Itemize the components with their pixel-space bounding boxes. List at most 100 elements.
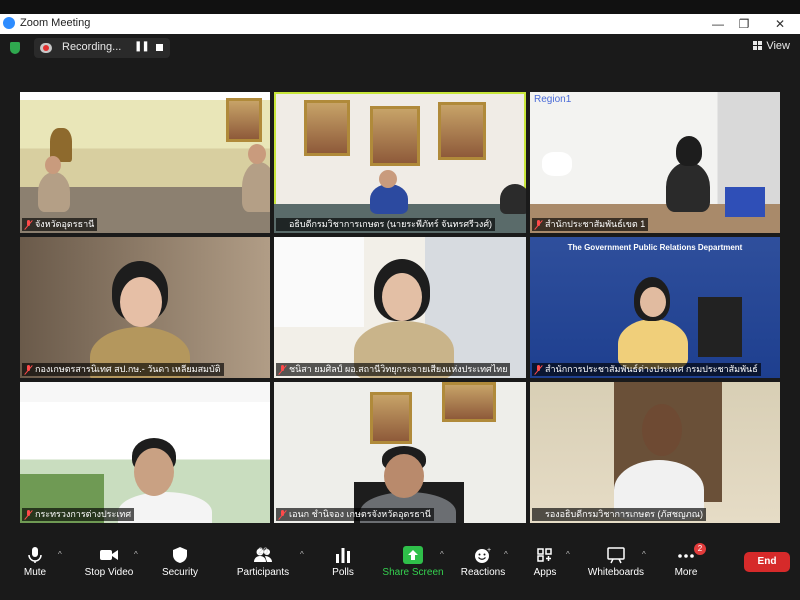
smiley-icon: +: [475, 547, 491, 563]
share-screen-icon: [403, 546, 423, 564]
video-tile-8[interactable]: เอนก ชำนิจอง เกษตรจังหวัดอุดรธานี: [274, 382, 526, 523]
portrait-frame: [226, 98, 262, 142]
more-button[interactable]: 2 More: [668, 540, 706, 600]
participant-head: [379, 170, 397, 188]
portrait-frame: [438, 102, 486, 160]
close-button[interactable]: ✕: [766, 15, 794, 33]
mic-muted-icon: [279, 365, 286, 374]
security-label: Security: [161, 567, 199, 578]
portrait-frame: [304, 100, 350, 156]
security-button[interactable]: Security: [156, 540, 204, 600]
stop-video-label: Stop Video: [84, 567, 134, 578]
minimize-button[interactable]: —: [704, 15, 732, 33]
participant-person: [500, 184, 526, 214]
video-tile-4[interactable]: กองเกษตรสารนิเทศ สป.กษ.- วันดา เหลียมสมบ…: [20, 237, 270, 378]
participant-name-label: กองเกษตรสารนิเทศ สป.กษ.- วันดา เหลียมสมบ…: [22, 363, 224, 376]
meeting-toolbar: Mute ^ Stop Video ^ Security 20 Particip…: [0, 540, 800, 600]
portrait-frame: [370, 392, 412, 444]
mute-button[interactable]: Mute: [12, 540, 58, 600]
video-tile-9[interactable]: รองอธิบดีกรมวิชาการเกษตร (ภัสชญภณ): [530, 382, 780, 523]
chair: [698, 297, 742, 357]
participant-person: [370, 184, 408, 214]
participant-head: [120, 277, 162, 327]
flower-vase: [542, 152, 572, 176]
video-tile-1[interactable]: จังหวัดอุดรธานี: [20, 92, 270, 233]
apps-button[interactable]: Apps: [526, 540, 564, 600]
participant-person: [242, 162, 270, 212]
window-titlebar: Zoom Meeting — ❐ ✕: [0, 14, 800, 34]
participants-chevron-icon[interactable]: ^: [300, 550, 304, 559]
region-sign: Region1: [534, 94, 572, 105]
participant-head: [248, 144, 266, 164]
apps-icon: [537, 548, 552, 562]
cabinet: [274, 237, 364, 327]
participant-head: [382, 273, 422, 321]
apps-chevron-icon[interactable]: ^: [566, 550, 570, 559]
audio-options-chevron-icon[interactable]: ^: [58, 550, 62, 559]
whiteboards-label: Whiteboards: [587, 567, 645, 578]
reactions-chevron-icon[interactable]: ^: [504, 550, 508, 559]
more-dots-icon: [678, 554, 694, 558]
meeting-info-bar: Recording... ❚❚ View: [0, 34, 800, 62]
shield-icon: [173, 547, 187, 563]
polls-icon: [336, 548, 350, 563]
recording-indicator: Recording... ❚❚: [34, 38, 170, 58]
video-tile-7[interactable]: กระทรวงการต่างประเทศ: [20, 382, 270, 523]
video-tile-5[interactable]: ชนิสา ยมศิลป์ ผอ.สถานีวิทยุกระจายเสียงแห…: [274, 237, 526, 378]
mute-label: Mute: [23, 567, 47, 578]
reactions-button[interactable]: + Reactions: [458, 540, 508, 600]
mic-muted-icon: [535, 220, 542, 229]
pause-recording-button[interactable]: ❚❚: [134, 41, 150, 52]
taskbar-strip: [0, 0, 800, 14]
stop-video-button[interactable]: Stop Video: [80, 540, 138, 600]
gpr-banner-text: The Government Public Relations Departme…: [567, 243, 743, 252]
participant-head: [642, 404, 682, 456]
mic-muted-icon: [279, 510, 286, 519]
grid-view-icon: [753, 41, 763, 50]
share-screen-label: Share Screen: [382, 567, 444, 578]
whiteboards-chevron-icon[interactable]: ^: [642, 550, 646, 559]
share-screen-button[interactable]: Share Screen: [382, 540, 444, 600]
security-shield-icon[interactable]: [10, 42, 20, 54]
participant-name-label: ชนิสา ยมศิลป์ ผอ.สถานีวิทยุกระจายเสียงแห…: [276, 363, 511, 376]
participant-name-label: สำนักการประชาสัมพันธ์ต่างประเทศ กรมประชา…: [532, 363, 761, 376]
more-label: More: [674, 567, 698, 578]
portrait-frame: [442, 382, 496, 422]
participant-head: [45, 156, 61, 174]
participant-head: [134, 448, 174, 496]
participant-name-label: กระทรวงการต่างประเทศ: [22, 508, 135, 521]
whiteboard-icon: [607, 547, 625, 564]
reactions-label: Reactions: [460, 567, 506, 578]
chair: [725, 187, 765, 217]
apps-label: Apps: [533, 567, 557, 578]
participant-person: [666, 162, 710, 212]
video-camera-icon: [100, 550, 118, 560]
video-tile-2-active-speaker[interactable]: อธิบดีกรมวิชาการเกษตร (นายระพีภัทร์ จันท…: [274, 92, 526, 233]
share-options-chevron-icon[interactable]: ^: [440, 550, 444, 559]
portrait-frame: [370, 106, 420, 166]
participants-count: 20: [258, 546, 269, 556]
video-tile-3[interactable]: Region1 สำนักประชาสัมพันธ์เขต 1: [530, 92, 780, 233]
participant-name-label: จังหวัดอุดรธานี: [22, 218, 98, 231]
video-tile-6[interactable]: The Government Public Relations Departme…: [530, 237, 780, 378]
maximize-button[interactable]: ❐: [730, 15, 758, 33]
participant-head: [676, 136, 702, 166]
participant-name-label: เอนก ชำนิจอง เกษตรจังหวัดอุดรธานี: [276, 508, 434, 521]
polls-button[interactable]: Polls: [326, 540, 360, 600]
video-options-chevron-icon[interactable]: ^: [134, 550, 138, 559]
participant-name-label: อธิบดีกรมวิชาการเกษตร (นายระพีภัทร์ จันท…: [276, 218, 496, 231]
participant-name-label: สำนักประชาสัมพันธ์เขต 1: [532, 218, 649, 231]
cloud-record-icon: [40, 43, 52, 53]
participants-button[interactable]: 20 Participants: [232, 540, 294, 600]
microphone-icon: [28, 547, 42, 563]
mic-muted-icon: [25, 365, 32, 374]
participant-person: [618, 319, 688, 369]
stop-recording-button[interactable]: [156, 44, 163, 51]
window-title: Zoom Meeting: [20, 17, 91, 29]
view-label: View: [766, 40, 790, 52]
end-meeting-button[interactable]: End: [744, 552, 790, 572]
whiteboards-button[interactable]: Whiteboards: [586, 540, 646, 600]
participant-person: [38, 172, 70, 212]
participant-head: [640, 287, 666, 317]
view-button[interactable]: View: [753, 40, 790, 52]
